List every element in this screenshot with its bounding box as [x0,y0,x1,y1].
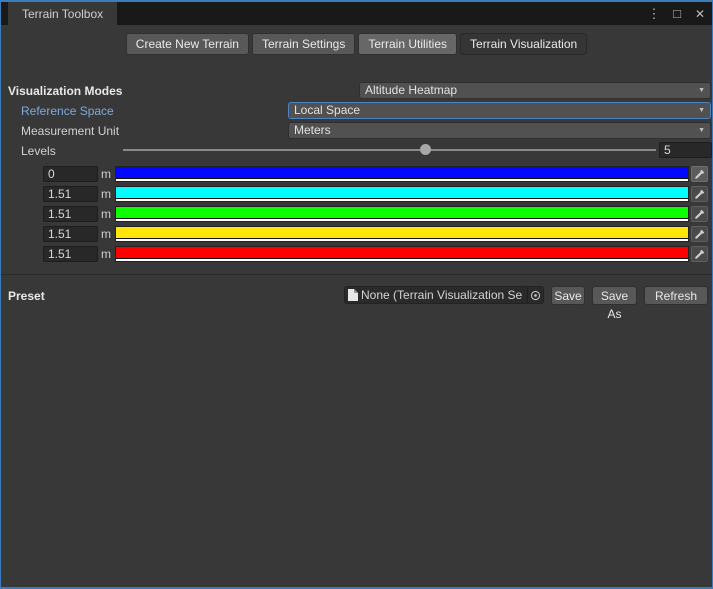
heatmap-level-row: 1.51 m [1,246,712,262]
object-picker-icon[interactable] [527,287,543,303]
levels-label: Levels [21,143,56,159]
eyedropper-button[interactable] [691,166,708,182]
level-value-field[interactable]: 1.51 [43,246,98,262]
preset-header: Preset [8,288,45,304]
eyedropper-button[interactable] [691,206,708,222]
tab-create-new-terrain[interactable]: Create New Terrain [126,33,249,55]
eyedropper-button[interactable] [691,246,708,262]
save-button[interactable]: Save [551,286,585,305]
heatmap-level-row: 0 m [1,166,712,182]
alpha-bar [116,258,688,261]
window-tab-terrain-toolbox[interactable]: Terrain Toolbox [8,2,117,25]
maximize-icon[interactable]: □ [669,6,685,21]
color-swatch[interactable] [115,246,689,262]
unit-label: m [101,226,111,242]
color-swatch[interactable] [115,166,689,182]
color-swatch[interactable] [115,226,689,242]
unit-label: m [101,206,111,222]
eyedropper-icon [694,189,705,200]
eyedropper-icon [694,229,705,240]
titlebar: Terrain Toolbox ⋮ □ ✕ [1,2,712,25]
alpha-bar [116,238,688,241]
tab-terrain-settings[interactable]: Terrain Settings [252,33,355,55]
measurement-unit-label: Measurement Unit [21,123,119,139]
section-divider [1,274,712,275]
slider-track [123,149,656,151]
eyedropper-button[interactable] [691,226,708,242]
visualization-mode-dropdown[interactable]: Altitude Heatmap ▼ [359,82,711,99]
color-area [116,187,688,198]
chevron-down-icon: ▼ [698,87,705,94]
unit-label: m [101,166,111,182]
reference-space-value: Local Space [294,103,694,118]
heatmap-level-row: 1.51 m [1,226,712,242]
close-icon[interactable]: ✕ [692,7,708,21]
measurement-unit-dropdown[interactable]: Meters ▼ [288,122,711,139]
preset-object-field[interactable]: None (Terrain Visualization Se [344,286,544,304]
level-value-field[interactable]: 0 [43,166,98,182]
heatmap-level-row: 1.51 m [1,206,712,222]
eyedropper-icon [694,169,705,180]
color-swatch[interactable] [115,186,689,202]
alpha-bar [116,198,688,201]
window-controls: ⋮ □ ✕ [646,2,708,25]
chevron-down-icon: ▼ [698,127,705,134]
eyedropper-icon [694,209,705,220]
level-value-field[interactable]: 1.51 [43,226,98,242]
alpha-bar [116,218,688,221]
eyedropper-icon [694,249,705,260]
color-swatch[interactable] [115,206,689,222]
reference-space-dropdown[interactable]: Local Space ▼ [288,102,711,119]
color-area [116,207,688,218]
terrain-toolbox-window: Terrain Toolbox ⋮ □ ✕ Create New Terrain… [0,0,713,589]
asset-file-icon [348,289,358,301]
unit-label: m [101,186,111,202]
visualization-modes-header: Visualization Modes [8,83,122,99]
level-value-field[interactable]: 1.51 [43,206,98,222]
slider-handle[interactable] [420,144,431,155]
tab-terrain-visualization[interactable]: Terrain Visualization [460,33,587,55]
window-menu-icon[interactable]: ⋮ [646,6,662,22]
alpha-bar [116,178,688,181]
level-value-field[interactable]: 1.51 [43,186,98,202]
color-area [116,227,688,238]
eyedropper-button[interactable] [691,186,708,202]
color-area [116,247,688,258]
save-as-button[interactable]: Save As [592,286,637,305]
color-area [116,167,688,178]
chevron-down-icon: ▼ [698,107,705,114]
measurement-unit-value: Meters [294,123,694,138]
unit-label: m [101,246,111,262]
levels-slider[interactable] [123,142,656,158]
refresh-button[interactable]: Refresh [644,286,708,305]
toolbar-tabs: Create New Terrain Terrain Settings Terr… [1,33,712,55]
levels-value-field[interactable]: 5 [659,142,712,158]
reference-space-label: Reference Space [21,103,114,119]
tab-terrain-utilities[interactable]: Terrain Utilities [358,33,457,55]
preset-object-value: None (Terrain Visualization Se [361,287,527,303]
visualization-mode-value: Altitude Heatmap [365,83,694,98]
heatmap-level-row: 1.51 m [1,186,712,202]
window-tab-title: Terrain Toolbox [22,7,103,21]
